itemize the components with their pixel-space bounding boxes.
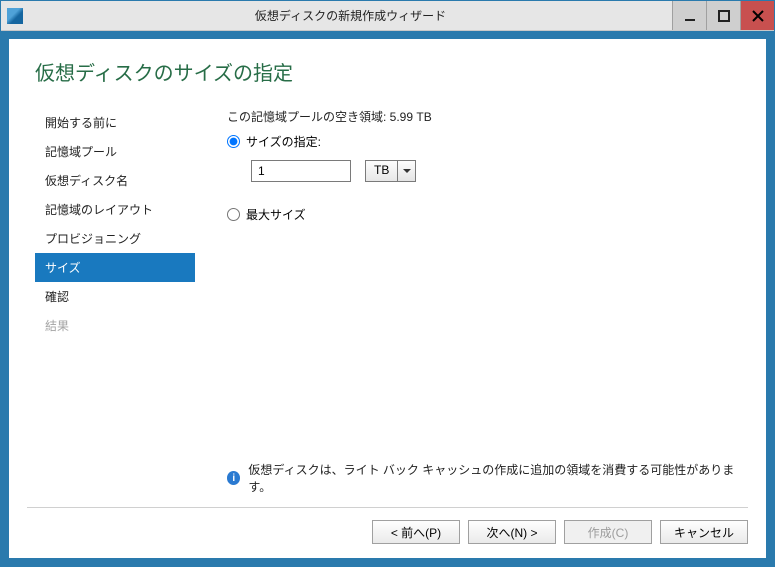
titlebar: 仮想ディスクの新規作成ウィザード xyxy=(1,1,774,31)
max-size-radio[interactable] xyxy=(227,208,240,221)
size-value-input[interactable] xyxy=(251,160,351,182)
app-icon xyxy=(7,8,23,24)
max-size-option[interactable]: 最大サイズ xyxy=(227,206,736,223)
nav-provisioning[interactable]: プロビジョニング xyxy=(35,224,195,253)
nav-confirm[interactable]: 確認 xyxy=(35,282,195,311)
wizard-nav: 開始する前に 記憶域プール 仮想ディスク名 記憶域のレイアウト プロビジョニング… xyxy=(35,108,195,495)
info-row: i 仮想ディスクは、ライト バック キャッシュの作成に追加の領域を消費する可能性… xyxy=(227,461,736,495)
max-size-label: 最大サイズ xyxy=(246,206,306,223)
unit-dropdown-button[interactable] xyxy=(398,160,416,182)
unit-select[interactable]: TB xyxy=(365,160,416,182)
footer-buttons: < 前へ(P) 次へ(N) > 作成(C) キャンセル xyxy=(27,507,748,544)
free-space-label: この記憶域プールの空き領域: 5.99 TB xyxy=(227,108,736,125)
minimize-button[interactable] xyxy=(672,1,706,30)
wizard-body: 仮想ディスクのサイズの指定 開始する前に 記憶域プール 仮想ディスク名 記憶域の… xyxy=(1,31,774,566)
size-input-row: TB xyxy=(251,160,736,182)
specify-size-radio[interactable] xyxy=(227,135,240,148)
main-panel: この記憶域プールの空き領域: 5.99 TB サイズの指定: TB xyxy=(195,108,748,495)
previous-button[interactable]: < 前へ(P) xyxy=(372,520,460,544)
nav-disk-name[interactable]: 仮想ディスク名 xyxy=(35,166,195,195)
info-text: 仮想ディスクは、ライト バック キャッシュの作成に追加の領域を消費する可能性があ… xyxy=(248,461,736,495)
window-controls xyxy=(672,1,774,30)
info-icon: i xyxy=(227,471,240,485)
nav-result: 結果 xyxy=(35,311,195,340)
create-button: 作成(C) xyxy=(564,520,652,544)
wizard-window: 仮想ディスクの新規作成ウィザード 仮想ディスクのサイズの指定 開始する前に 記憶… xyxy=(0,0,775,567)
cancel-button[interactable]: キャンセル xyxy=(660,520,748,544)
nav-storage-pool[interactable]: 記憶域プール xyxy=(35,137,195,166)
page-title: 仮想ディスクのサイズの指定 xyxy=(35,57,748,86)
specify-size-option[interactable]: サイズの指定: xyxy=(227,133,736,150)
nav-storage-layout[interactable]: 記憶域のレイアウト xyxy=(35,195,195,224)
close-button[interactable] xyxy=(740,1,774,30)
nav-before-begin[interactable]: 開始する前に xyxy=(35,108,195,137)
specify-size-label: サイズの指定: xyxy=(246,133,321,150)
maximize-button[interactable] xyxy=(706,1,740,30)
next-button[interactable]: 次へ(N) > xyxy=(468,520,556,544)
unit-value: TB xyxy=(365,160,398,182)
content-row: 開始する前に 記憶域プール 仮想ディスク名 記憶域のレイアウト プロビジョニング… xyxy=(27,108,748,495)
nav-size[interactable]: サイズ xyxy=(35,253,195,282)
window-title: 仮想ディスクの新規作成ウィザード xyxy=(29,7,672,24)
